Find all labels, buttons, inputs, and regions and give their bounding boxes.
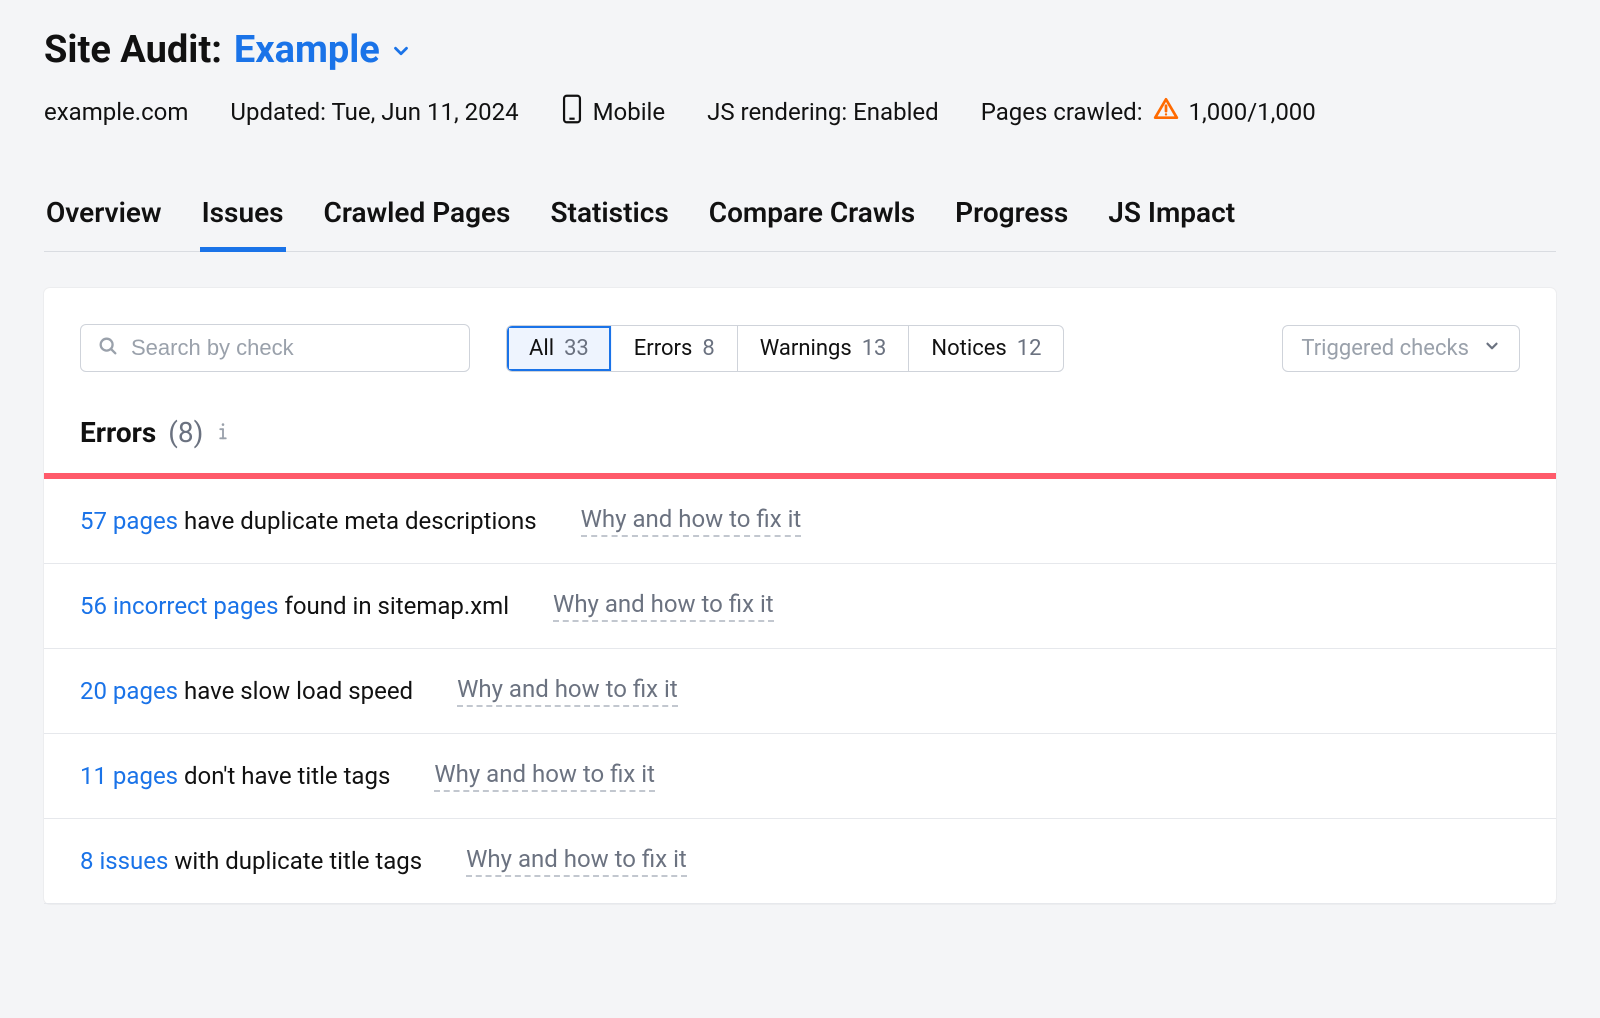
- tab-statistics[interactable]: Statistics: [548, 190, 670, 251]
- device-label: Mobile: [561, 94, 666, 130]
- pages-crawled: Pages crawled: 1,000/1,000: [981, 96, 1316, 128]
- filter-notices[interactable]: Notices12: [909, 326, 1063, 371]
- filter-all[interactable]: All33: [507, 326, 612, 371]
- updated-label: Updated: Tue, Jun 11, 2024: [230, 98, 518, 126]
- chevron-down-icon: [390, 28, 412, 72]
- mobile-icon: [561, 94, 583, 130]
- warning-icon: [1153, 96, 1179, 128]
- why-and-how-link[interactable]: Why and how to fix it: [457, 675, 678, 707]
- tabs: Overview Issues Crawled Pages Statistics Com…: [44, 190, 1556, 252]
- meta-row: example.com Updated: Tue, Jun 11, 2024 M…: [44, 94, 1556, 130]
- issue-row: 56 incorrect pages found in sitemap.xml W…: [44, 564, 1556, 649]
- why-and-how-link[interactable]: Why and how to fix it: [553, 590, 774, 622]
- issue-text: 11 pages don't have title tags: [80, 762, 390, 790]
- filter-warnings[interactable]: Warnings13: [738, 326, 910, 371]
- filter-errors[interactable]: Errors8: [612, 326, 738, 371]
- issue-row: 20 pages have slow load speed Why and how…: [44, 649, 1556, 734]
- issue-row: 8 issues with duplicate title tags Why an…: [44, 819, 1556, 904]
- page-title-row: Site Audit: Example: [44, 28, 1556, 72]
- search-input[interactable]: [131, 335, 453, 361]
- issue-text: 8 issues with duplicate title tags: [80, 847, 422, 875]
- search-input-wrap[interactable]: [80, 324, 470, 372]
- js-rendering-label: JS rendering: Enabled: [707, 98, 939, 126]
- page-title: Site Audit:: [44, 28, 222, 72]
- issue-text: 20 pages have slow load speed: [80, 677, 413, 705]
- search-icon: [97, 335, 119, 361]
- project-name: Example: [234, 28, 380, 72]
- triggered-checks-dropdown[interactable]: Triggered checks: [1282, 325, 1520, 372]
- tab-issues[interactable]: Issues: [200, 190, 286, 251]
- errors-section-heading: Errors (8): [44, 372, 1556, 473]
- why-and-how-link[interactable]: Why and how to fix it: [466, 845, 687, 877]
- project-dropdown[interactable]: Example: [234, 28, 412, 72]
- issue-count-link[interactable]: 57 pages: [80, 507, 178, 535]
- tab-js-impact[interactable]: JS Impact: [1106, 190, 1237, 251]
- chevron-down-icon: [1483, 336, 1501, 361]
- pages-crawled-value: 1,000/1,000: [1189, 98, 1316, 126]
- tab-overview[interactable]: Overview: [44, 190, 164, 251]
- issue-text: 57 pages have duplicate meta description…: [80, 507, 537, 535]
- tab-progress[interactable]: Progress: [953, 190, 1070, 251]
- tab-crawled-pages[interactable]: Crawled Pages: [322, 190, 513, 251]
- tab-compare-crawls[interactable]: Compare Crawls: [707, 190, 917, 251]
- filter-segments: All33Errors8Warnings13Notices12: [506, 325, 1064, 372]
- issue-row: 57 pages have duplicate meta description…: [44, 479, 1556, 564]
- issue-count-link[interactable]: 20 pages: [80, 677, 178, 705]
- issues-panel: All33Errors8Warnings13Notices12 Triggere…: [44, 288, 1556, 904]
- why-and-how-link[interactable]: Why and how to fix it: [581, 505, 802, 537]
- issues-list: 57 pages have duplicate meta description…: [44, 479, 1556, 904]
- issue-row: 11 pages don't have title tags Why and ho…: [44, 734, 1556, 819]
- info-icon[interactable]: [215, 416, 231, 449]
- issue-count-link[interactable]: 11 pages: [80, 762, 178, 790]
- issue-count-link[interactable]: 56 incorrect pages: [80, 592, 279, 620]
- domain-label: example.com: [44, 98, 188, 126]
- issue-text: 56 incorrect pages found in sitemap.xml: [80, 592, 509, 620]
- issue-count-link[interactable]: 8 issues: [80, 847, 168, 875]
- why-and-how-link[interactable]: Why and how to fix it: [434, 760, 655, 792]
